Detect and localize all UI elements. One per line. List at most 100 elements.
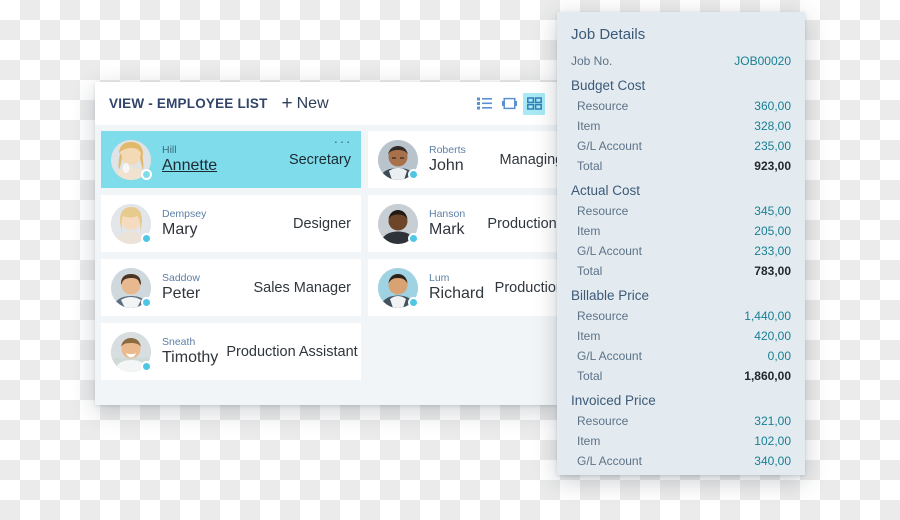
employee-surname: Sneath <box>162 335 196 348</box>
row-value: 321,00 <box>754 414 791 428</box>
new-button[interactable]: + New <box>282 94 329 113</box>
status-dot <box>141 232 152 244</box>
row-label: Item <box>577 434 601 448</box>
employee-card[interactable]: Dempsey Mary Designer <box>101 195 361 252</box>
row-label: G/L Account <box>577 454 642 468</box>
budget-cost-item-row: Item 328,00 <box>571 116 791 136</box>
grid-icon <box>526 97 542 110</box>
actual-cost-item-row: Item 205,00 <box>571 221 791 241</box>
employee-surname: Dempsey <box>162 207 207 220</box>
list-icon <box>476 97 492 110</box>
actual-cost-gl-account-row: G/L Account 233,00 <box>571 241 791 261</box>
group-title-invoiced-price: Invoiced Price <box>571 393 656 408</box>
employee-card[interactable]: Saddow Peter Sales Manager <box>101 259 361 316</box>
employee-name-block: Hill Annette <box>162 144 217 176</box>
employee-name-block: Roberts John <box>429 144 466 176</box>
row-value: 360,00 <box>754 99 791 113</box>
row-value: 205,00 <box>754 224 791 238</box>
employee-firstname[interactable]: Mark <box>429 220 465 240</box>
employee-firstname[interactable]: Annette <box>162 156 217 176</box>
employee-role: Designer <box>292 215 351 232</box>
invoiced-price-item-row: Item 102,00 <box>571 431 791 451</box>
row-label: G/L Account <box>577 139 642 153</box>
row-label: Resource <box>577 204 629 218</box>
avatar <box>111 139 152 180</box>
employee-firstname[interactable]: Richard <box>429 284 484 304</box>
view-toggle-group <box>473 92 545 115</box>
group-title-billable-price: Billable Price <box>571 288 650 303</box>
budget-cost-total-row: Total 923,00 <box>571 156 791 176</box>
row-value: 340,00 <box>754 454 791 468</box>
row-label: Total <box>577 471 602 475</box>
status-dot <box>408 296 419 308</box>
billable-price-gl-account-row: G/L Account 0,00 <box>571 346 791 366</box>
row-value: 328,00 <box>754 119 791 133</box>
row-value: 923,00 <box>754 159 791 173</box>
card-overflow-menu-icon[interactable]: ··· <box>334 134 353 148</box>
employee-role: Production Assistant <box>226 343 358 360</box>
invoiced-price-resource-row: Resource 321,00 <box>571 411 791 431</box>
row-value: 420,00 <box>754 329 791 343</box>
invoiced-price-gl-account-row: G/L Account 340,00 <box>571 451 791 471</box>
row-label: Resource <box>577 309 629 323</box>
avatar <box>378 267 419 308</box>
row-label: Total <box>577 159 603 173</box>
row-value: 783,00 <box>754 264 791 278</box>
tile-icon <box>501 97 517 110</box>
billable-price-resource-row: Resource 1,440,00 <box>571 306 791 326</box>
billable-price-item-row: Item 420,00 <box>571 326 791 346</box>
row-value: 235,00 <box>754 139 791 153</box>
employee-name-block: Hanson Mark <box>429 208 465 240</box>
row-value: 345,00 <box>754 204 791 218</box>
budget-cost-resource-row: Resource 360,00 <box>571 96 791 116</box>
actual-cost-resource-row: Resource 345,00 <box>571 201 791 221</box>
row-label: Resource <box>577 414 629 428</box>
new-button-label: New <box>296 94 329 112</box>
status-dot <box>408 232 419 244</box>
row-label: G/L Account <box>577 244 642 258</box>
status-dot <box>141 360 152 372</box>
group-title-actual-cost: Actual Cost <box>571 183 641 198</box>
job-no-value: JOB00020 <box>734 54 791 68</box>
employee-firstname[interactable]: Timothy <box>162 348 218 368</box>
employee-card[interactable]: Sneath Timothy Production Assistant <box>101 323 361 380</box>
row-value: 1,440,00 <box>744 309 791 323</box>
avatar <box>111 331 152 372</box>
row-value: 1,860,00 <box>744 369 791 383</box>
employee-firstname[interactable]: Peter <box>162 284 200 304</box>
employee-list-header: VIEW - EMPLOYEE LIST + New <box>95 82 557 125</box>
tile-view-toggle[interactable] <box>498 93 520 115</box>
row-label: Item <box>577 119 601 133</box>
row-label: Total <box>577 369 603 383</box>
avatar <box>378 139 419 180</box>
row-value: 763,00 <box>754 471 791 475</box>
employee-card-grid: Hill Annette Secretary ··· Dempsey Mary … <box>95 125 628 387</box>
status-dot <box>141 296 152 308</box>
employee-firstname[interactable]: Mary <box>162 220 206 240</box>
employee-card[interactable]: Hill Annette Secretary ··· <box>101 131 361 188</box>
job-no-label: Job No. <box>571 54 613 68</box>
row-label: Resource <box>577 99 629 113</box>
employee-surname: Roberts <box>429 143 466 156</box>
avatar <box>111 267 152 308</box>
employee-surname: Hanson <box>429 207 466 220</box>
employee-role: Sales Manager <box>253 279 351 296</box>
employee-role: Secretary <box>288 151 351 168</box>
avatar <box>111 203 152 244</box>
row-label: G/L Account <box>577 349 642 363</box>
employee-column-left: Hill Annette Secretary ··· Dempsey Mary … <box>101 131 361 387</box>
employee-list-window: VIEW - EMPLOYEE LIST + New Hill Annette … <box>95 82 628 405</box>
status-dot <box>141 168 152 180</box>
employee-name-block: Lum Richard <box>429 272 484 304</box>
row-value: 233,00 <box>754 244 791 258</box>
employee-surname: Hill <box>162 143 177 156</box>
card-view-toggle[interactable] <box>523 92 545 115</box>
list-view-toggle[interactable] <box>473 93 495 115</box>
avatar <box>378 203 419 244</box>
actual-cost-total-row: Total 783,00 <box>571 261 791 281</box>
employee-surname: Saddow <box>162 271 200 284</box>
employee-name-block: Saddow Peter <box>162 272 200 304</box>
job-details-title: Job Details <box>571 26 646 43</box>
status-dot <box>408 168 419 180</box>
employee-firstname[interactable]: John <box>429 156 466 176</box>
